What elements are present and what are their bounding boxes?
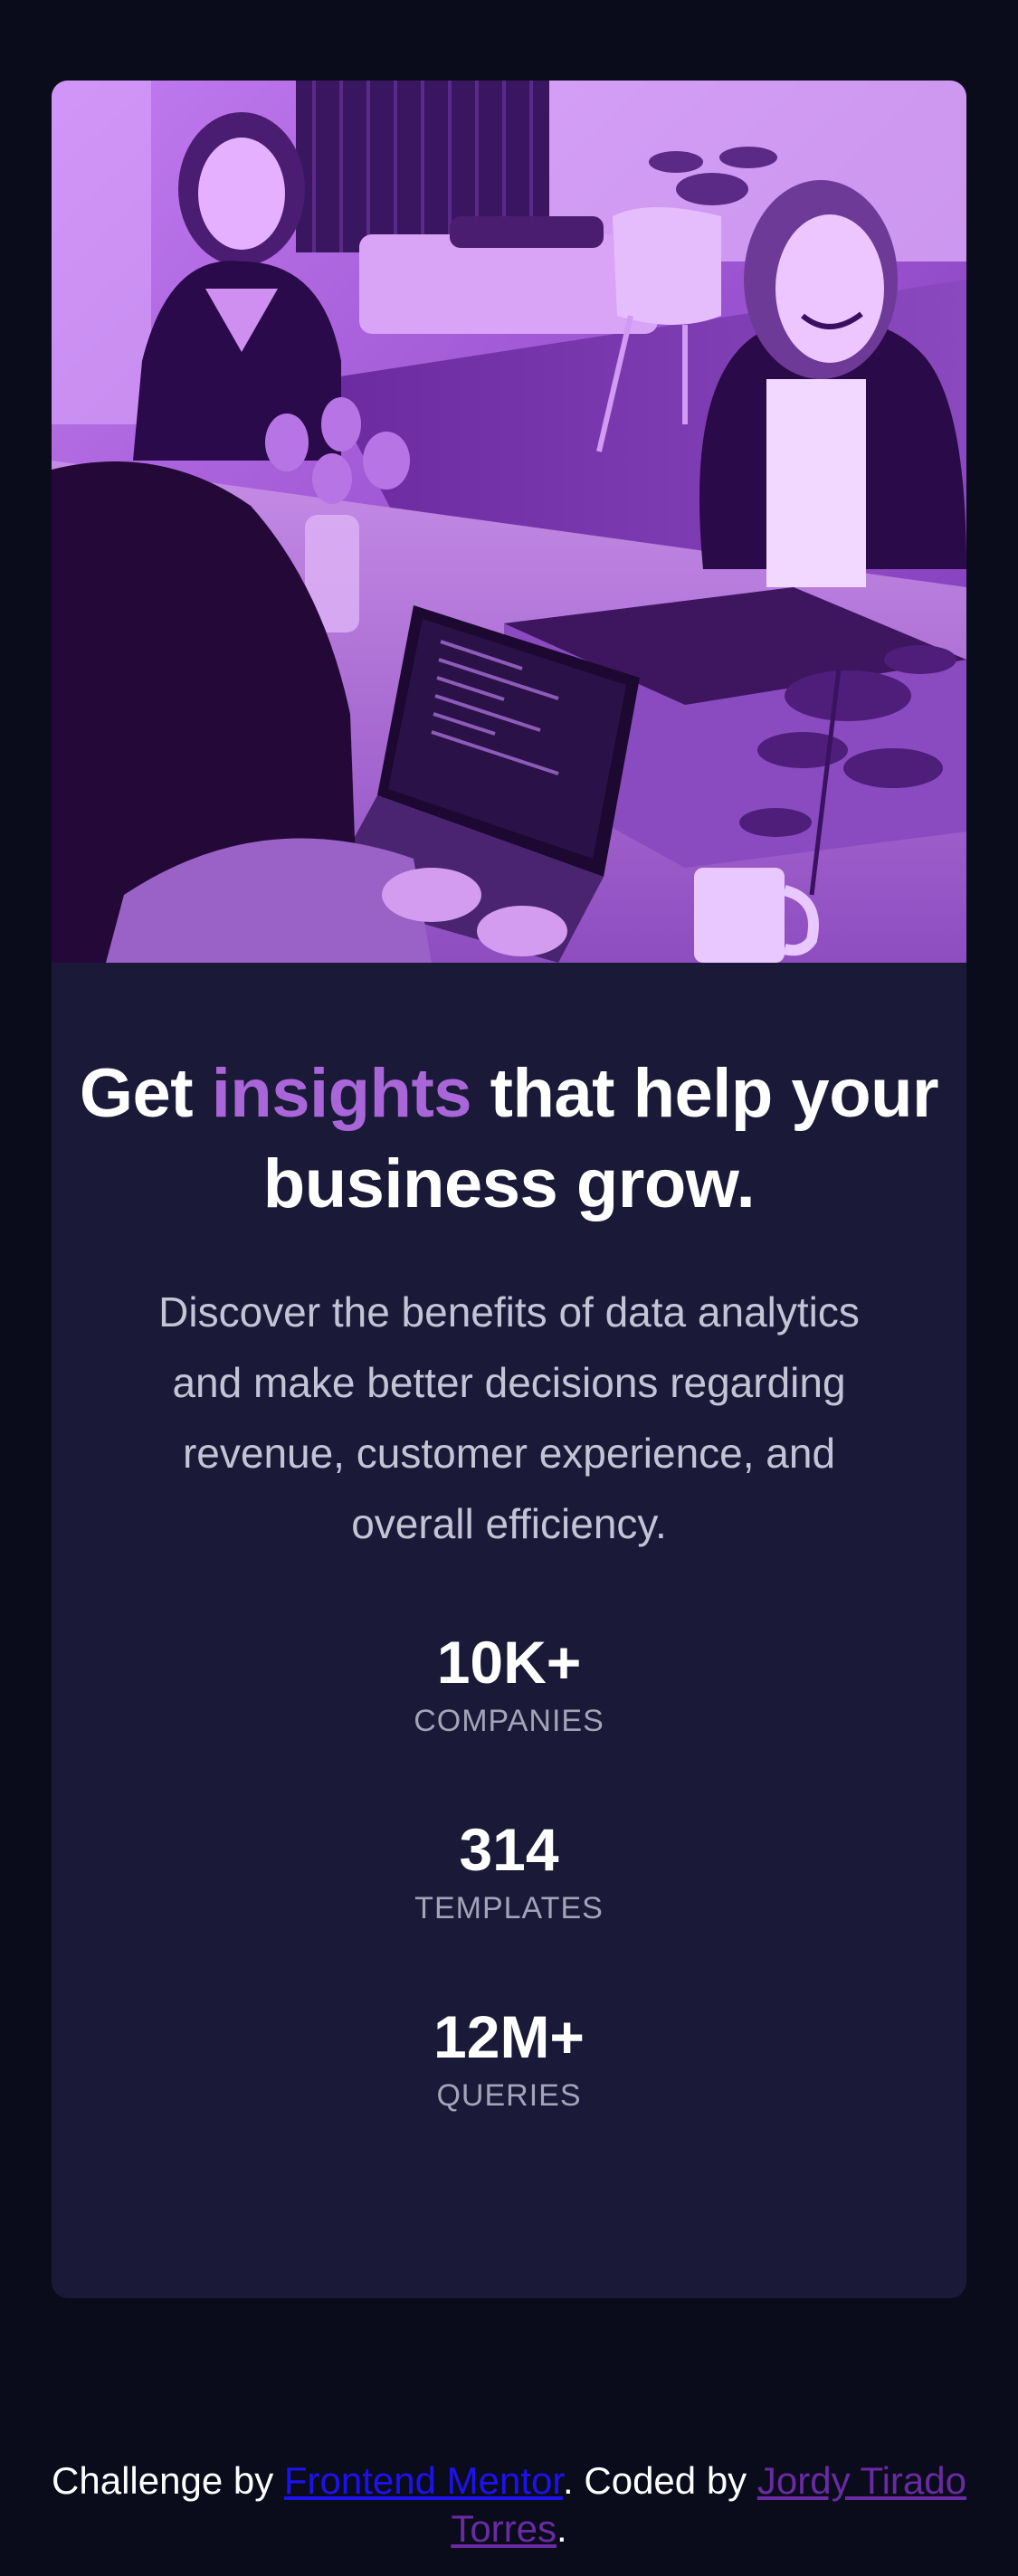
- frontend-mentor-link[interactable]: Frontend Mentor: [284, 2459, 563, 2502]
- stat-label: QUERIES: [436, 2078, 582, 2113]
- stat-companies: 10K+ COMPANIES: [52, 1624, 966, 1811]
- headline: Get insights that help your business gro…: [52, 963, 966, 1230]
- stats-preview-card: Get insights that help your business gro…: [52, 81, 966, 2298]
- footer-middle: . Coded by: [563, 2459, 757, 2502]
- headline-accent: insights: [211, 1055, 472, 1132]
- stat-templates: 314 TEMPLATES: [52, 1811, 966, 1999]
- stat-value: 10K+: [436, 1629, 582, 1696]
- attribution-footer: Challenge by Frontend Mentor. Coded by J…: [0, 2457, 1018, 2552]
- card-content: Get insights that help your business gro…: [52, 963, 966, 2186]
- hero-image: [52, 81, 966, 963]
- stat-value: 314: [459, 1816, 559, 1883]
- stat-label: COMPANIES: [414, 1704, 604, 1738]
- footer-prefix: Challenge by: [52, 2459, 284, 2502]
- stat-queries: 12M+ QUERIES: [52, 1999, 966, 2186]
- footer-suffix: .: [557, 2507, 567, 2550]
- stats-list: 10K+ COMPANIES 314 TEMPLATES 12M+ QUERIE…: [52, 1624, 966, 2186]
- stat-label: TEMPLATES: [414, 1891, 604, 1925]
- description: Discover the benefits of data analytics …: [158, 1288, 860, 1547]
- stat-value: 12M+: [433, 2003, 585, 2070]
- headline-part1: Get: [79, 1055, 212, 1132]
- team-photo-illustration: [52, 81, 966, 963]
